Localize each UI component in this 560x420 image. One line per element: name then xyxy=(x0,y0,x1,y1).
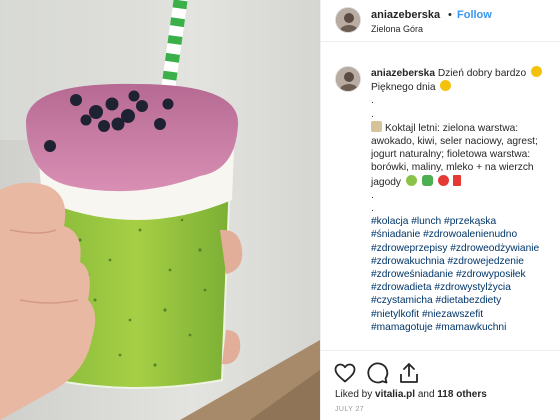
celery-emoji-icon xyxy=(421,174,433,186)
post-date[interactable]: JULY 27 xyxy=(335,406,364,413)
cup-emoji-icon xyxy=(453,174,462,186)
post-header: aniazeberska • Follow Zielona Góra xyxy=(321,0,560,42)
caption-text-line: Dzień dobry bardzo xyxy=(437,68,527,79)
hashtag-line[interactable]: #mamagotuje #mamawkuchni xyxy=(371,321,555,334)
hashtag-line[interactable]: #nietylkofit #niezawszefit xyxy=(371,308,555,321)
likes-prefix: Liked by xyxy=(335,389,373,400)
separator-dot: • xyxy=(448,9,452,21)
likes-summary: Liked by vitalia.pl and 118 others xyxy=(335,389,487,400)
hashtag-line[interactable]: #zdrowadieta #zdrowystylżycia xyxy=(371,281,555,294)
caption-line: . xyxy=(371,95,374,107)
header-username[interactable]: aniazeberska xyxy=(371,9,440,21)
hashtag-line[interactable]: #śniadanie #zdrowoalenienudno xyxy=(371,228,555,241)
caption-text-line: Koktajl letni: zielona warstwa: xyxy=(385,122,519,134)
post-photo[interactable] xyxy=(0,0,320,420)
location-link[interactable]: Zielona Góra xyxy=(371,24,423,34)
caption-line: awokado, kiwi, seler naciowy, agrest; xyxy=(371,136,538,148)
strawberry-emoji-icon xyxy=(437,174,449,186)
bowl-emoji-icon xyxy=(371,120,382,132)
caption-line: . xyxy=(371,189,374,201)
post-side-panel: aniazeberska • Follow Zielona Góra aniaz… xyxy=(320,0,560,420)
hashtag-line[interactable]: #zdrowepr​zepisy #zdroweodżywianie xyxy=(371,242,555,255)
caption-line: jagody xyxy=(371,174,555,189)
caption-line: Koktajl letni: zielona warstwa: xyxy=(371,120,555,135)
heart-icon[interactable] xyxy=(333,361,357,385)
caption-line: aniazeberska Dzień dobry bardzo xyxy=(371,66,555,80)
kiwi-emoji-icon xyxy=(405,174,417,186)
follow-button[interactable]: Follow xyxy=(457,9,492,21)
caption-line: . xyxy=(371,203,374,215)
liked-by-user-link[interactable]: vitalia.pl xyxy=(375,389,415,400)
likes-others-link[interactable]: 118 others xyxy=(437,389,486,400)
avatar-image xyxy=(336,8,360,32)
smoothie-illustration xyxy=(0,0,320,420)
sun-emoji-icon xyxy=(440,80,452,92)
caption-area: aniazeberska Dzień dobry bardzo Pięknego… xyxy=(321,42,560,350)
caption-text: aniazeberska Dzień dobry bardzo Pięknego… xyxy=(371,66,555,334)
caption-line: . xyxy=(371,108,374,120)
avatar-image xyxy=(336,67,360,91)
hashtag-line[interactable]: #czystamicha #dietabezdiety xyxy=(371,294,555,307)
comment-icon[interactable] xyxy=(365,361,389,385)
avatar[interactable] xyxy=(335,7,361,33)
caption-text-line: jagody xyxy=(371,176,402,188)
likes-middle: and xyxy=(417,389,435,400)
sun-emoji-icon xyxy=(531,66,543,77)
caption-username[interactable]: aniazeberska xyxy=(371,68,435,79)
caption-line: Pięknego dnia xyxy=(371,80,555,94)
hashtag-line[interactable]: #zdrowakuchnia #zdrowejedzenie xyxy=(371,255,555,268)
caption-line: borówki, maliny, mleko + na wierzch xyxy=(371,162,534,174)
avatar[interactable] xyxy=(335,66,361,92)
caption-line: jogurt naturalny; fioletowa warstwa: xyxy=(371,149,531,161)
hashtag-line[interactable]: #kolacja #lunch #przekąska xyxy=(371,215,555,228)
caption-text-line: Pięknego dnia xyxy=(371,82,436,94)
hashtag-line[interactable]: #zdroweśniadanie #zdrowyposiłek xyxy=(371,268,555,281)
post-actions: Liked by vitalia.pl and 118 others JULY … xyxy=(321,350,560,420)
share-icon[interactable] xyxy=(397,361,421,385)
